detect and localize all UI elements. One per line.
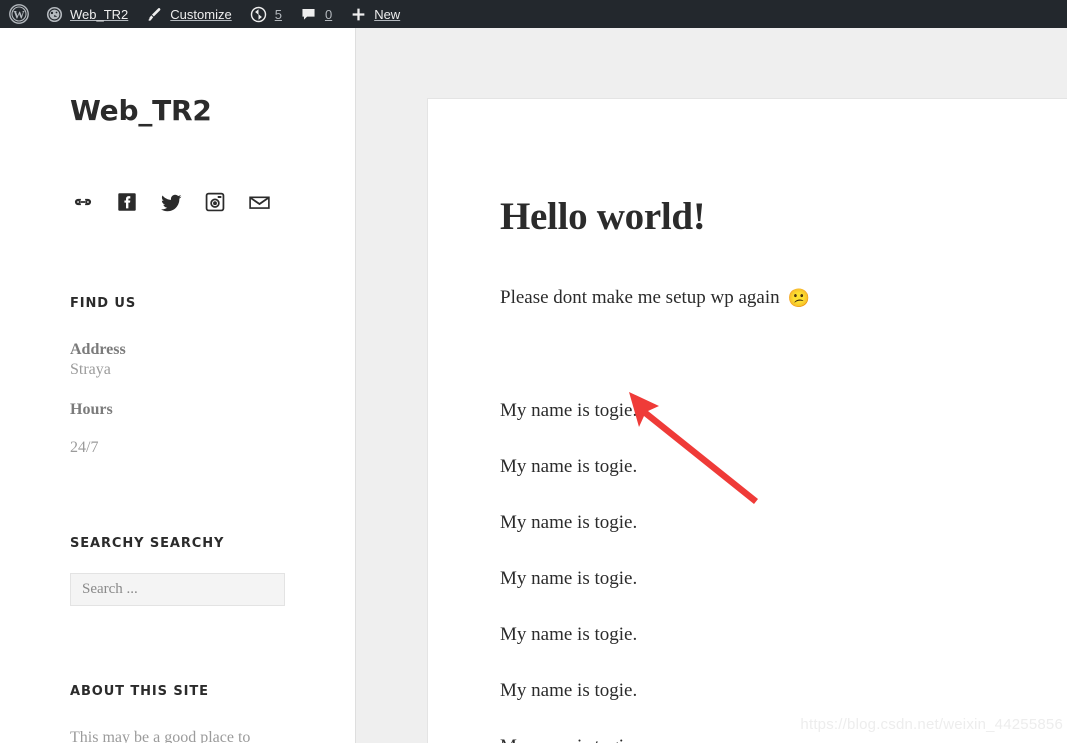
adminbar-item-comments[interactable]: 0 [291, 0, 341, 28]
widget-about-text: This may be a good place to [70, 729, 251, 743]
adminbar-updates-count: 5 [274, 6, 282, 22]
find-us-hours-value: 24/7 [70, 439, 99, 456]
widget-search-title: SEARCHY SEARCHY [70, 536, 225, 551]
widget-find-us-title: FIND US [70, 296, 137, 311]
watermark-text: https://blog.csdn.net/weixin_44255856 [800, 716, 1063, 733]
adminbar-comments-count: 0 [324, 6, 333, 22]
social-links-menu [70, 189, 285, 215]
adminbar-item-updates[interactable]: 5 [241, 0, 291, 28]
wp-admin-bar: W Web_TR2 Customize 5 0 New [0, 0, 1067, 28]
facebook-icon [116, 191, 138, 213]
find-us-address-label: Address [70, 341, 126, 358]
site-sidebar: Web_TR2 FIND US Address Straya Hours 24/… [0, 28, 356, 743]
comment-bubble-icon [300, 6, 317, 23]
adminbar-item-customize[interactable]: Customize [137, 0, 240, 28]
widget-find-us: FIND US Address Straya Hours 24/7 [70, 296, 286, 457]
social-link-twitter[interactable] [158, 189, 184, 215]
post-line: My name is togie. [500, 624, 638, 645]
social-link-email[interactable] [246, 189, 272, 215]
find-us-address-value: Straya [70, 361, 111, 378]
widget-about-this-site: ABOUT THIS SITE This may be a good place… [70, 684, 340, 743]
find-us-hours-label: Hours [70, 401, 113, 418]
widget-about-title: ABOUT THIS SITE [70, 684, 209, 699]
wordpress-logo-button[interactable]: W [0, 0, 37, 28]
search-input[interactable] [70, 573, 285, 606]
link-icon [72, 191, 94, 213]
site-title[interactable]: Web_TR2 [70, 94, 285, 127]
confused-face-emoji: 😕 [787, 288, 811, 308]
updates-icon [250, 6, 267, 23]
post-body-lines: My name is togie. My name is togie. My n… [500, 400, 1020, 743]
adminbar-new-label: New [374, 6, 401, 22]
post-line: My name is togie. [500, 400, 638, 421]
adminbar-site-name-label: Web_TR2 [70, 6, 129, 22]
post-intro-paragraph: Please dont make me setup wp again 😕 [500, 287, 810, 309]
twitter-icon [160, 191, 183, 214]
widget-search: SEARCHY SEARCHY [70, 536, 286, 606]
post-line: My name is togie. [500, 568, 638, 589]
page-root: W Web_TR2 Customize 5 0 New Web_TR2 FIND… [0, 0, 1067, 743]
instagram-icon [204, 191, 226, 213]
wordpress-logo-icon: W [9, 4, 29, 24]
adminbar-item-site-name[interactable]: Web_TR2 [37, 0, 137, 28]
email-icon [248, 191, 271, 214]
adminbar-item-new[interactable]: New [341, 0, 409, 28]
content-area: Hello world! Please dont make me setup w… [356, 28, 1067, 743]
plus-icon [350, 6, 367, 23]
social-link-instagram[interactable] [202, 189, 228, 215]
post-intro-text: Please dont make me setup wp again [500, 287, 780, 308]
social-link-link-icon[interactable] [70, 189, 96, 215]
adminbar-customize-label: Customize [170, 6, 232, 22]
social-link-facebook[interactable] [114, 189, 140, 215]
post-title: Hello world! [500, 195, 706, 238]
paintbrush-icon [146, 6, 163, 23]
post-line: My name is togie. [500, 456, 638, 477]
post-line: My name is togie. [500, 512, 638, 533]
post-card: Hello world! Please dont make me setup w… [427, 98, 1067, 743]
post-line: My name is togie. [500, 736, 1020, 743]
svg-text:W: W [13, 10, 25, 22]
dashboard-icon [46, 6, 63, 23]
